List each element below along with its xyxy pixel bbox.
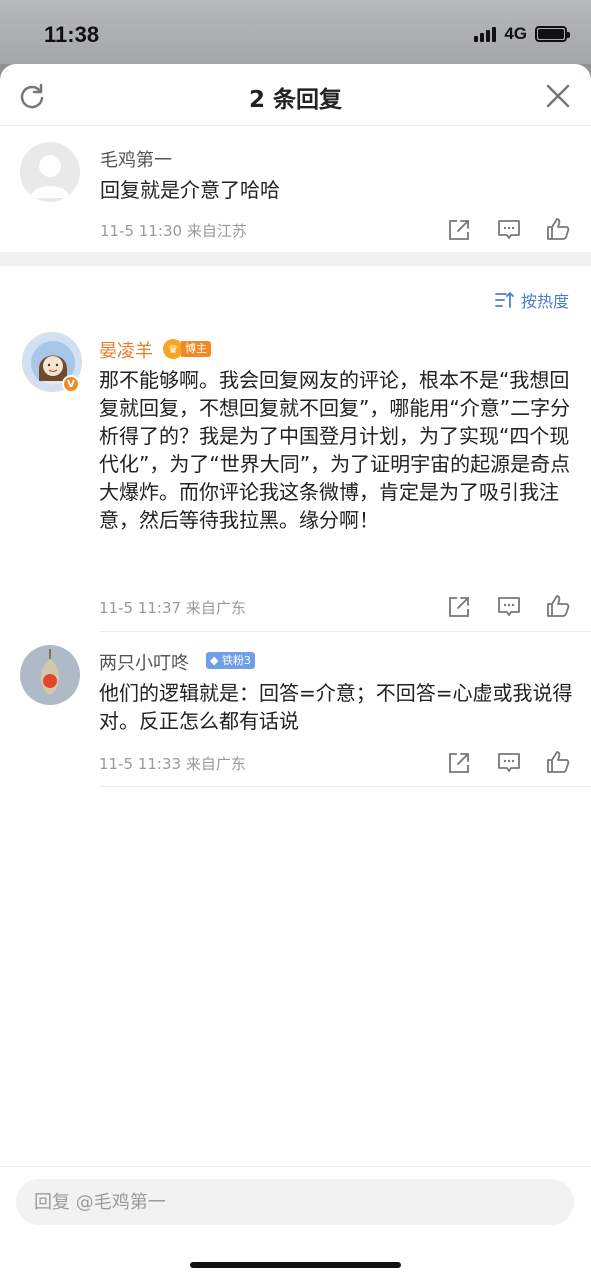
fan-badge: ◆ 铁粉3 (206, 652, 255, 669)
default-avatar-icon (30, 155, 70, 198)
reply-username[interactable]: 晏凌羊 (99, 337, 153, 363)
like-icon[interactable] (546, 594, 570, 618)
status-indicators: 4G (474, 24, 570, 44)
verified-badge: V (62, 375, 80, 393)
status-time: 11:38 (44, 22, 100, 47)
root-comment-text: 回复就是介意了哈哈 (100, 178, 280, 202)
share-icon[interactable] (447, 218, 471, 242)
reply-text: 他们的逻辑就是：回答=介意；不回答=心虚或我说得对。反正怎么都有话说 (99, 681, 573, 733)
sort-label: 按热度 (520, 292, 569, 311)
sort-by-hot-button[interactable]: 按热度 (495, 288, 569, 312)
reply-input-bar (0, 1166, 591, 1280)
sheet-title: 2 条回复 (248, 87, 342, 113)
reply-meta: 11-5 11:33 来自广东 (99, 753, 246, 774)
root-username[interactable]: 毛鸡第一 (100, 146, 172, 172)
comment-icon[interactable] (497, 218, 521, 242)
section-separator (0, 252, 591, 266)
root-comment-time: 11-5 11:30 (100, 222, 183, 240)
fan-badge-label: 铁粉3 (221, 654, 251, 667)
reply-meta: 11-5 11:37 来自广东 (99, 597, 246, 618)
sort-icon (495, 292, 514, 308)
reply-input[interactable] (16, 1179, 574, 1225)
status-bar: 11:38 4G (0, 0, 591, 64)
like-icon[interactable] (546, 750, 570, 774)
comment-icon[interactable] (497, 751, 521, 775)
share-icon[interactable] (447, 751, 471, 775)
avatar-lantern-fruit (20, 645, 80, 705)
reply-time: 11-5 11:37 (99, 599, 182, 617)
reply-location: 来自广东 (185, 599, 246, 617)
blogger-badge: ♛ 博主 (163, 339, 211, 359)
comment-icon[interactable] (497, 595, 521, 619)
reply-location: 来自广东 (185, 755, 246, 773)
battery-icon (535, 26, 570, 42)
root-comment-location: 来自江苏 (186, 222, 247, 240)
reply-divider (99, 786, 591, 787)
home-indicator (190, 1262, 401, 1268)
root-comment-meta: 11-5 11:30 来自江苏 (100, 220, 247, 241)
avatar-default[interactable] (20, 142, 80, 202)
crown-icon: ♛ (163, 339, 183, 359)
reply-username[interactable]: 两只小叮咚 (99, 649, 189, 675)
sheet-header: 2 条回复 (0, 64, 591, 126)
reply-time: 11-5 11:33 (99, 755, 182, 773)
avatar-liangzhixiaodingdong[interactable] (20, 645, 80, 705)
like-icon[interactable] (546, 217, 570, 241)
replies-sheet: 2 条回复 毛鸡第一 回复就是介意了哈哈 11-5 11:30 来自江苏 按热度 (0, 64, 591, 1280)
reply-divider (99, 631, 591, 632)
diamond-icon: ◆ (210, 654, 219, 667)
close-icon[interactable] (545, 83, 571, 109)
blogger-badge-label: 博主 (181, 341, 211, 357)
signal-icon (474, 26, 497, 42)
reply-text: 那不能够啊。我会回复网友的评论，根本不是“我想回复就回复，不想回复就不回复”，哪… (99, 368, 571, 532)
share-icon[interactable] (447, 595, 471, 619)
network-type: 4G (504, 24, 527, 43)
